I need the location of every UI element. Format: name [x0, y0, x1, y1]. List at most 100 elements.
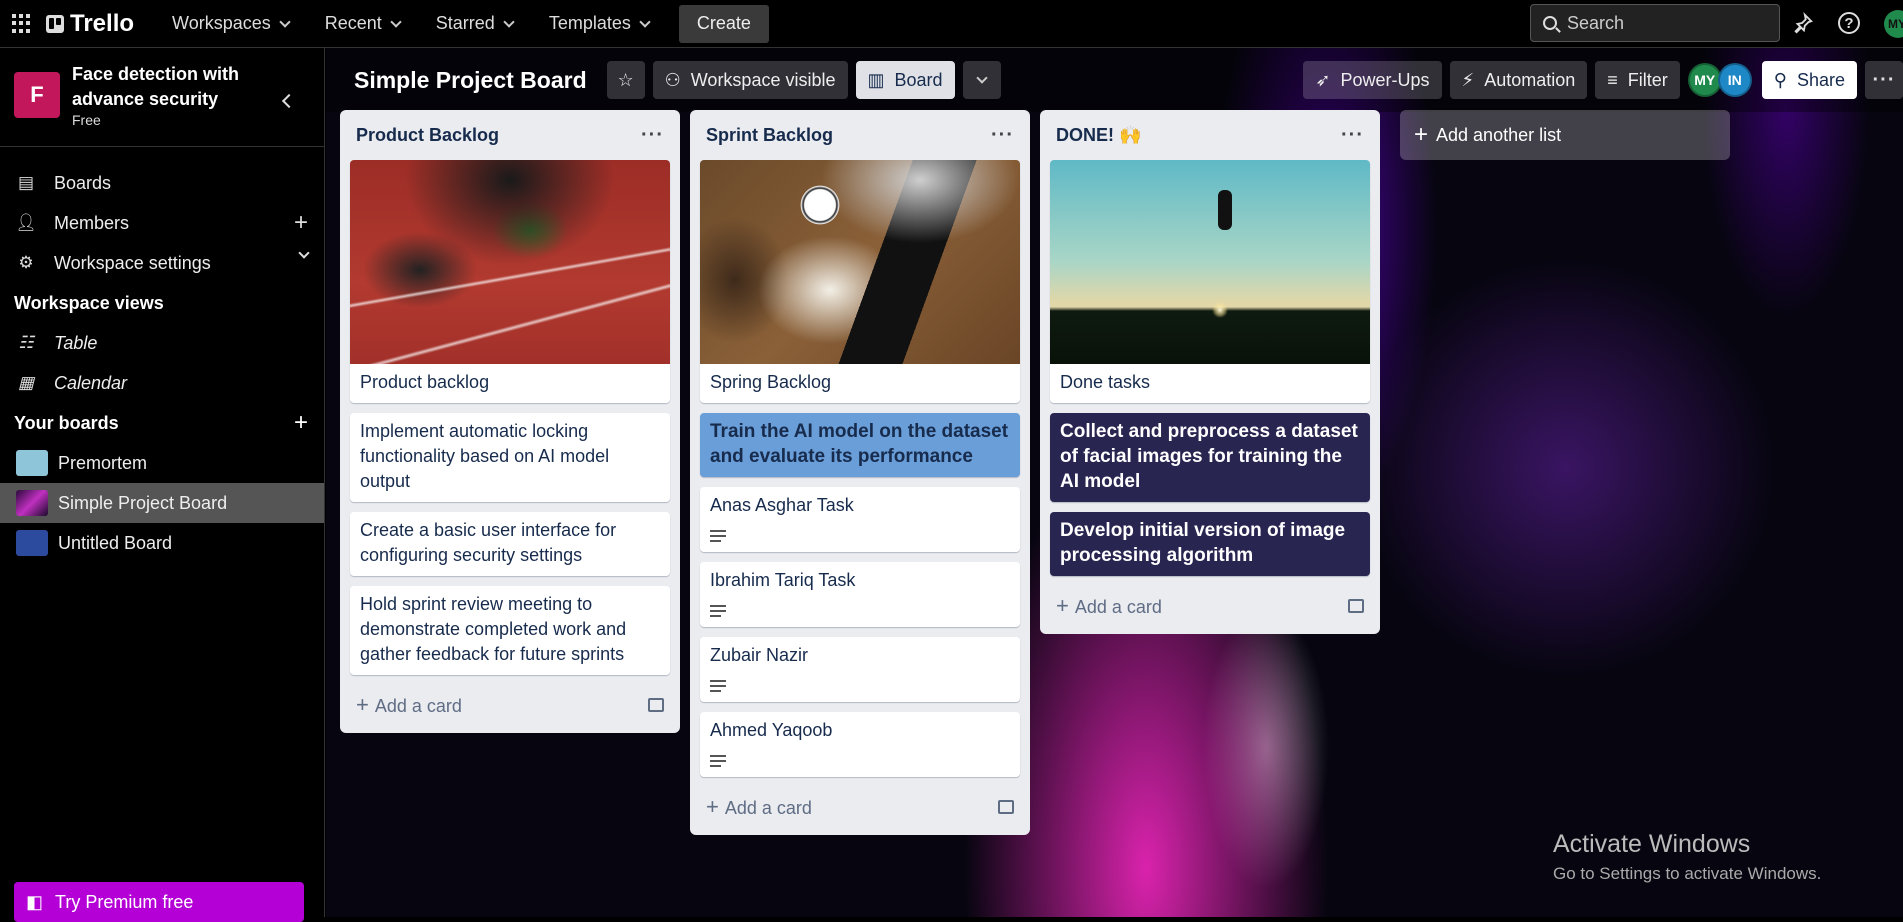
top-navbar: Trello Workspaces Recent Starred Templat… [0, 0, 1903, 48]
chevron-down-icon[interactable] [298, 247, 310, 259]
board-title[interactable]: Simple Project Board [354, 67, 587, 94]
board-canvas: Simple Project Board ☆ ⚇ Workspace visibl… [326, 48, 1903, 917]
add-card-button[interactable]: + Add a card [350, 685, 670, 725]
filter-icon: ≡ [1607, 69, 1618, 90]
card[interactable]: Ibrahim Tariq Task [700, 562, 1020, 627]
sidebar-board-untitled-board[interactable]: Untitled Board [0, 523, 324, 563]
chevron-down-icon [279, 15, 291, 28]
star-button[interactable]: ☆ [606, 61, 645, 99]
card[interactable]: Implement automatic locking functionalit… [350, 413, 670, 502]
list-menu-icon[interactable]: ··· [641, 124, 664, 147]
card-with-cover[interactable]: Product backlog [350, 160, 670, 403]
user-avatar[interactable]: MY [1884, 10, 1903, 38]
plus-icon: + [356, 692, 369, 717]
nav-starred[interactable]: Starred [428, 5, 521, 42]
sidebar-item-boards[interactable]: ▤ Boards [0, 163, 324, 203]
card-dark[interactable]: Develop initial version of image process… [1050, 512, 1370, 576]
view-board-button[interactable]: ▥ Board [855, 61, 955, 99]
member-avatar[interactable]: MY [1687, 63, 1722, 97]
calendar-icon: ▦ [17, 373, 35, 392]
list-header[interactable]: Product Backlog ··· [350, 110, 670, 160]
nav-workspaces[interactable]: Workspaces [164, 5, 297, 42]
sidebar-board-premortem[interactable]: Premortem [0, 443, 324, 483]
card-with-cover[interactable]: Spring Backlog [700, 160, 1020, 403]
sidebar-item-workspace-settings[interactable]: ⚙ Workspace settings [0, 243, 324, 283]
list-menu-icon[interactable]: ··· [1341, 124, 1364, 147]
sidebar-item-calendar[interactable]: ▦ Calendar [0, 363, 324, 403]
person-icon: 👤︎ [15, 213, 37, 232]
help-icon[interactable]: ? [1836, 10, 1862, 36]
list-header[interactable]: DONE! 🙌 ··· [1050, 110, 1370, 160]
card[interactable]: Create a basic user interface for config… [350, 512, 670, 576]
search-icon [1543, 16, 1557, 30]
card-title: Spring Backlog [710, 372, 832, 392]
collapse-sidebar-icon[interactable] [281, 93, 297, 109]
sidebar-item-table[interactable]: ☷ Table [0, 323, 324, 363]
app-switcher-icon[interactable] [12, 13, 32, 34]
workspace-badge: F [14, 72, 60, 118]
sidebar-item-members[interactable]: 👤︎ Members + [0, 203, 324, 243]
card[interactable]: Ahmed Yaqoob [700, 712, 1020, 777]
list-product-backlog: Product Backlog ··· Product backlog Imple… [340, 110, 680, 733]
card-title: Anas Asghar Task [710, 495, 854, 515]
card-template-icon[interactable] [1348, 599, 1364, 613]
card[interactable]: Zubair Nazir [700, 637, 1020, 702]
your-boards-title: Your boards + [14, 409, 308, 437]
visibility-button[interactable]: ⚇ Workspace visible [652, 61, 848, 99]
card-title: Create a basic user interface for config… [360, 520, 617, 565]
add-card-button[interactable]: + Add a card [700, 787, 1020, 827]
rocket-icon: ➶ [1315, 69, 1331, 90]
list-menu-icon[interactable]: ··· [991, 124, 1014, 147]
add-card-button[interactable]: + Add a card [1050, 586, 1370, 626]
board-header: Simple Project Board ☆ ⚇ Workspace visibl… [326, 48, 1903, 112]
search-input[interactable]: Search [1530, 4, 1780, 42]
add-member-icon[interactable]: + [294, 209, 308, 237]
board-members: MY IN [1687, 63, 1752, 97]
description-icon [710, 680, 726, 692]
card-cover-image [1050, 160, 1370, 364]
card-template-icon[interactable] [648, 698, 664, 712]
workspace-header: F Face detection with advance security F… [0, 48, 324, 147]
board-menu-button[interactable]: ··· [1865, 61, 1903, 99]
sidebar: F Face detection with advance security F… [0, 48, 325, 917]
views-dropdown-button[interactable] [962, 61, 1001, 99]
card-title: Ahmed Yaqoob [710, 720, 833, 740]
chevron-down-icon [975, 72, 988, 84]
nav-templates[interactable]: Templates [541, 5, 657, 42]
nav-recent[interactable]: Recent [317, 5, 408, 42]
jumping-person-silhouette [1218, 190, 1232, 230]
description-icon [710, 755, 726, 767]
try-premium-button[interactable]: ◧ Try Premium free [14, 882, 304, 922]
add-another-list-button[interactable]: + Add another list [1400, 110, 1730, 160]
chevron-down-icon [503, 15, 515, 28]
card-highlighted[interactable]: Train the AI model on the dataset and ev… [700, 413, 1020, 477]
list-sprint-backlog: Sprint Backlog ··· Spring Backlog Train t… [690, 110, 1030, 835]
card-dark[interactable]: Collect and preprocess a dataset of faci… [1050, 413, 1370, 502]
power-ups-button[interactable]: ➶ Power-Ups [1303, 61, 1442, 99]
board-thumbnail [16, 530, 48, 556]
member-avatar[interactable]: IN [1717, 63, 1752, 97]
create-button[interactable]: Create [678, 4, 769, 43]
workspace-name: Face detection with advance security [72, 64, 240, 109]
star-icon: ☆ [617, 69, 634, 90]
card-with-cover[interactable]: Done tasks [1050, 160, 1370, 403]
sidebar-board-simple-project-board[interactable]: Simple Project Board [0, 483, 324, 523]
card[interactable]: Hold sprint review meeting to demonstrat… [350, 586, 670, 675]
activate-windows-subtitle: Go to Settings to activate Windows. [1553, 864, 1822, 883]
trello-logo[interactable]: Trello [46, 10, 134, 38]
automation-button[interactable]: ⚡︎ Automation [1449, 61, 1588, 99]
notifications-icon[interactable] [1790, 10, 1816, 36]
plus-icon: + [706, 794, 719, 819]
list-header[interactable]: Sprint Backlog ··· [700, 110, 1020, 160]
filter-button[interactable]: ≡ Filter [1595, 61, 1680, 99]
description-icon [710, 605, 726, 617]
board-thumbnail [16, 490, 48, 516]
people-icon: ⚇ [664, 69, 681, 90]
workspace-views-title: Workspace views [14, 292, 164, 313]
card-title: Done tasks [1060, 372, 1151, 392]
add-board-icon[interactable]: + [294, 409, 308, 437]
list-done: DONE! 🙌 ··· Done tasks Collect and prepro… [1040, 110, 1380, 634]
share-button[interactable]: ⚲ Share [1761, 61, 1857, 99]
card[interactable]: Anas Asghar Task [700, 487, 1020, 552]
card-template-icon[interactable] [998, 800, 1014, 814]
